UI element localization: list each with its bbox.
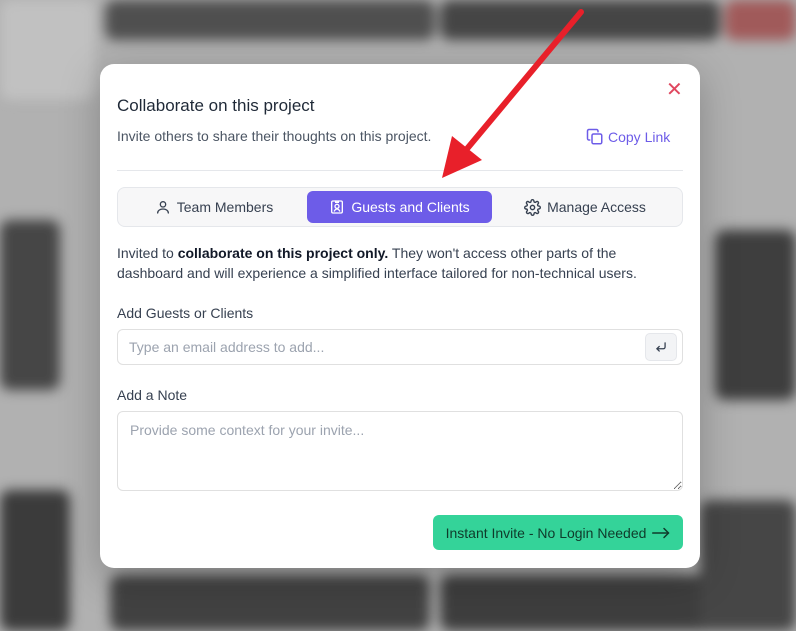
copy-link-label: Copy Link xyxy=(608,129,671,145)
enter-icon xyxy=(656,342,666,352)
tab-label: Manage Access xyxy=(547,199,646,215)
add-email-button[interactable] xyxy=(645,333,677,361)
description-bold: collaborate on this project only. xyxy=(177,245,389,261)
tab-label: Guests and Clients xyxy=(351,199,470,215)
modal-title: Collaborate on this project xyxy=(117,96,315,115)
arrow-right-icon xyxy=(652,527,670,538)
gear-icon xyxy=(524,198,542,216)
note-textarea[interactable] xyxy=(117,411,683,491)
modal-subtitle: Invite others to share their thoughts on… xyxy=(117,128,432,144)
header-divider xyxy=(117,170,683,171)
description-prefix: Invited to xyxy=(117,245,178,261)
collaborate-modal: ✕ Collaborate on this project Invite oth… xyxy=(100,64,700,568)
tab-manage-access[interactable]: Manage Access xyxy=(493,191,677,223)
invite-tabs: Team Members Guests and Clients Manage A… xyxy=(117,187,683,227)
tab-guests-and-clients[interactable]: Guests and Clients xyxy=(307,191,492,223)
tab-team-members[interactable]: Team Members xyxy=(122,191,306,223)
copy-icon xyxy=(586,128,603,145)
tab-label: Team Members xyxy=(176,199,274,215)
email-field-wrapper xyxy=(117,329,683,365)
email-input[interactable] xyxy=(118,330,638,364)
user-icon xyxy=(156,201,169,214)
copy-link-button[interactable]: Copy Link xyxy=(586,127,670,147)
close-icon[interactable]: ✕ xyxy=(666,80,683,100)
id-badge-icon xyxy=(331,200,344,214)
note-label: Add a Note xyxy=(117,387,188,403)
guests-label: Add Guests or Clients xyxy=(117,305,254,321)
invite-button-label: Instant Invite - No Login Needed xyxy=(445,524,647,541)
invite-description: Invited to collaborate on this project o… xyxy=(117,243,683,283)
instant-invite-button[interactable]: Instant Invite - No Login Needed xyxy=(433,515,683,550)
